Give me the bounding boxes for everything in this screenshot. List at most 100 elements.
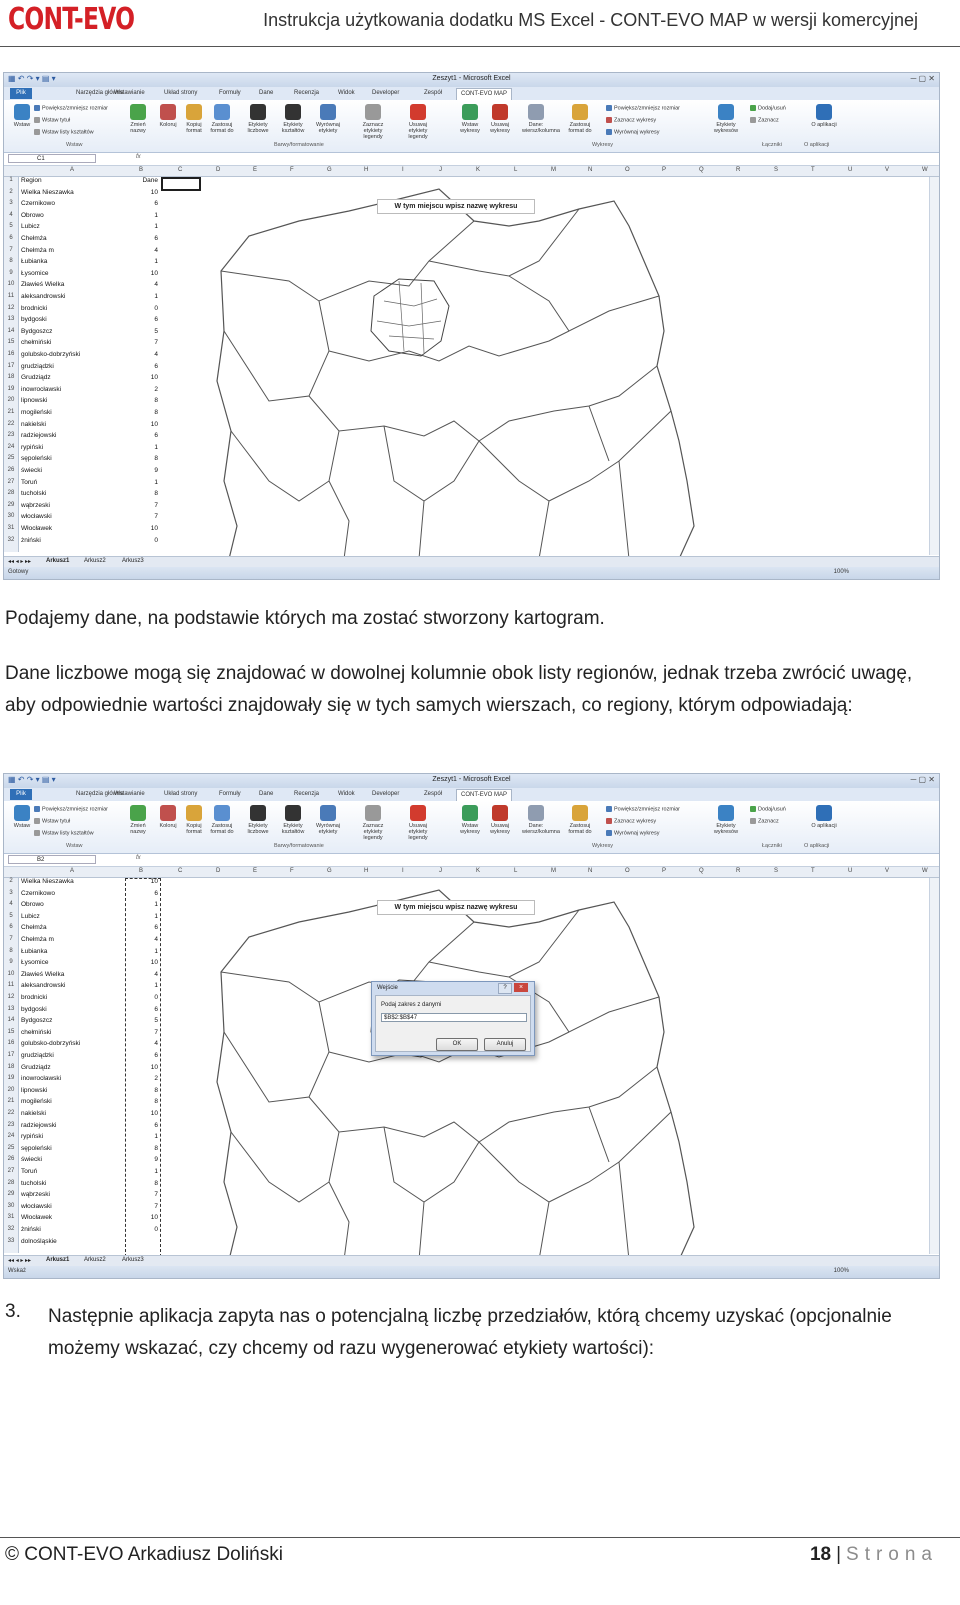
column-header-J[interactable]: J	[439, 167, 442, 173]
column-header-S[interactable]: S	[774, 167, 778, 173]
row-number[interactable]: 26	[4, 1156, 18, 1162]
cell-region[interactable]: bydgoski	[21, 316, 47, 323]
cell-value[interactable]: 7	[116, 513, 158, 520]
window-controls[interactable]: ─ ▢ ✕	[911, 74, 935, 83]
window-controls[interactable]: ─ ▢ ✕	[911, 775, 935, 784]
cell-region[interactable]: inowrocławski	[21, 1075, 61, 1082]
cell-region[interactable]: rypiński	[21, 1133, 43, 1140]
column-header-W[interactable]: W	[922, 868, 928, 874]
cell-region[interactable]: Czernikowo	[21, 890, 55, 897]
tab-dane[interactable]: Dane	[259, 791, 273, 797]
cell-region[interactable]: golubsko-dobrzyński	[21, 351, 80, 358]
cell-value[interactable]: 8	[116, 455, 158, 462]
tab-developer[interactable]: Developer	[372, 791, 399, 797]
row-number[interactable]: 16	[4, 1040, 18, 1046]
cell-region[interactable]: Wielka Nieszawka	[21, 878, 74, 885]
ribbon-small-insert-shape-list[interactable]: Wstaw listy kształtów	[34, 830, 94, 836]
row-number[interactable]: 33	[4, 1238, 18, 1244]
cell-value[interactable]: 4	[116, 351, 158, 358]
column-header-Q[interactable]: Q	[699, 868, 704, 874]
cell-region[interactable]: Czernikowo	[21, 200, 55, 207]
zoom-level[interactable]: 100%	[834, 569, 849, 575]
row-number[interactable]: 29	[4, 502, 18, 508]
cell-value[interactable]: Dane	[116, 177, 158, 184]
range-input[interactable]: $B$2:$B$47	[381, 1013, 527, 1022]
ribbon-button-colors[interactable]: Koloruj	[154, 104, 182, 128]
cell-value[interactable]: 7	[116, 339, 158, 346]
cell-region[interactable]: dolnośląskie	[21, 1238, 57, 1245]
cell-region[interactable]: Łubianka	[21, 258, 47, 265]
row-number[interactable]: 27	[4, 1168, 18, 1174]
tab-cont-evo-map[interactable]: CONT-EVO MAP	[456, 88, 513, 100]
selected-range[interactable]	[125, 878, 161, 1262]
cell-region[interactable]: rypiński	[21, 444, 43, 451]
column-header-C[interactable]: C	[178, 868, 182, 874]
ribbon-small-resize2[interactable]: Powiększ/zmniejsz rozmiar	[606, 105, 680, 111]
chart-title[interactable]: W tym miejscu wpisz nazwę wykresu	[377, 199, 535, 214]
ribbon-button-shape-labels[interactable]: Etykiety kształtów	[279, 104, 307, 134]
column-header-U[interactable]: U	[848, 868, 852, 874]
row-number[interactable]: 3	[4, 200, 18, 206]
cell-region[interactable]: świecki	[21, 467, 42, 474]
cell-value[interactable]: 1	[116, 212, 158, 219]
column-header-P[interactable]: P	[662, 868, 666, 874]
ribbon-button-align-labels[interactable]: Wyrównaj etykiety	[314, 805, 342, 835]
cell-region[interactable]: Zławieś Wielka	[21, 971, 64, 978]
row-number[interactable]: 8	[4, 258, 18, 264]
tab-recenzja[interactable]: Recenzja	[294, 791, 319, 797]
cell-region[interactable]: bydgoski	[21, 1006, 47, 1013]
row-number[interactable]: 25	[4, 455, 18, 461]
column-header-M[interactable]: M	[551, 868, 556, 874]
cell-region[interactable]: Lubicz	[21, 913, 40, 920]
sheet-tab-arkusz3[interactable]: Arkusz3	[122, 1257, 144, 1263]
cell-region[interactable]: mogileński	[21, 409, 52, 416]
ribbon-button-select-legend-labels[interactable]: Zaznacz etykiety legendy	[359, 104, 387, 140]
column-header-H[interactable]: H	[364, 167, 368, 173]
cell-value[interactable]: 10	[116, 374, 158, 381]
cell-value[interactable]: 0	[116, 537, 158, 544]
sheet-tab-arkusz2[interactable]: Arkusz2	[84, 1257, 106, 1263]
row-number[interactable]: 2	[4, 189, 18, 195]
column-header-G[interactable]: G	[327, 868, 332, 874]
row-number[interactable]: 12	[4, 994, 18, 1000]
column-header-T[interactable]: T	[811, 167, 815, 173]
cell-region[interactable]: włocławski	[21, 513, 52, 520]
column-header-F[interactable]: F	[290, 868, 294, 874]
row-number[interactable]: 12	[4, 305, 18, 311]
row-number[interactable]: 18	[4, 374, 18, 380]
column-header-T[interactable]: T	[811, 868, 815, 874]
column-header-P[interactable]: P	[662, 167, 666, 173]
fx-icon[interactable]: fx	[136, 154, 141, 160]
ribbon-button-apply-format2[interactable]: Zastosuj format do	[566, 104, 594, 134]
ribbon-button-about[interactable]: O aplikacji	[810, 104, 838, 128]
row-number[interactable]: 3	[4, 890, 18, 896]
column-header-E[interactable]: E	[253, 167, 257, 173]
row-number[interactable]: 31	[4, 525, 18, 531]
row-number[interactable]: 11	[4, 982, 18, 988]
row-number[interactable]: 15	[4, 1029, 18, 1035]
ribbon-small-resize2[interactable]: Powiększ/zmniejsz rozmiar	[606, 806, 680, 812]
ribbon-button-remove-legend-labels[interactable]: Usuwaj etykiety legendy	[404, 805, 432, 841]
cell-region[interactable]: żniński	[21, 1226, 41, 1233]
ribbon-small-resize[interactable]: Powiększ/zmniejsz rozmiar	[34, 105, 108, 111]
cell-region[interactable]: sępoleński	[21, 455, 52, 462]
tab-widok[interactable]: Widok	[338, 791, 355, 797]
row-number[interactable]: 10	[4, 971, 18, 977]
cell-region[interactable]: Chełmża m	[21, 936, 54, 943]
column-header-B[interactable]: B	[139, 868, 143, 874]
row-number[interactable]: 16	[4, 351, 18, 357]
column-header-U[interactable]: U	[848, 167, 852, 173]
cell-region[interactable]: aleksandrowski	[21, 293, 65, 300]
cell-region[interactable]: Chełmża	[21, 924, 47, 931]
cell-value[interactable]: 0	[116, 305, 158, 312]
row-number[interactable]: 9	[4, 959, 18, 965]
cell-value[interactable]: 1	[116, 258, 158, 265]
ribbon-small-align-charts[interactable]: Wyrównaj wykresy	[606, 830, 660, 836]
row-number[interactable]: 6	[4, 235, 18, 241]
cell-region[interactable]: wąbrzeski	[21, 502, 50, 509]
cell-region[interactable]: radziejowski	[21, 432, 56, 439]
column-header-I[interactable]: I	[402, 868, 404, 874]
cell-region[interactable]: włocławski	[21, 1203, 52, 1210]
cell-value[interactable]: 9	[116, 467, 158, 474]
cell-region[interactable]: radziejowski	[21, 1122, 56, 1129]
